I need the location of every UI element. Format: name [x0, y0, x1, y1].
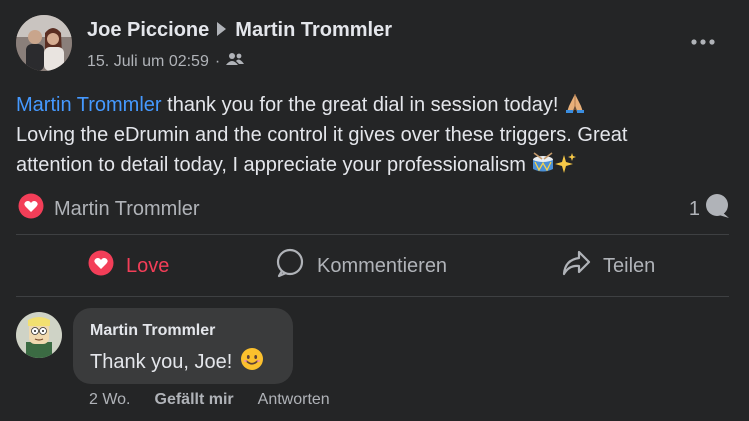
reactions-summary[interactable]: Martin Trommler [18, 193, 200, 225]
comment-text: Thank you, Joe! [90, 347, 264, 377]
comment-avatar[interactable] [16, 312, 62, 358]
author-avatar[interactable] [16, 15, 72, 71]
comment-label: Kommentieren [317, 254, 448, 277]
author-name[interactable]: Joe Piccione [87, 19, 209, 42]
share-label: Teilen [603, 254, 656, 277]
share-button[interactable]: Teilen [561, 248, 655, 284]
comment-icon [275, 248, 317, 284]
post-text: Martin Trommler thank you for the great … [16, 90, 736, 180]
share-icon [561, 249, 603, 283]
love-reaction-icon [18, 193, 44, 225]
reaction-by: Martin Trommler [54, 197, 200, 220]
comment-bubble-icon [700, 193, 730, 225]
drum-emoji [531, 152, 555, 176]
mention-link[interactable]: Martin Trommler [16, 94, 162, 116]
facebook-post: Joe Piccione Martin Trommler 15. Juli um… [0, 0, 749, 421]
friends-icon[interactable] [226, 52, 245, 71]
post-timestamp[interactable]: 15. Juli um 02:59 [87, 53, 209, 71]
separator-dot: · [214, 52, 221, 70]
post-text-line-1: Martin Trommler thank you for the great … [16, 90, 736, 120]
comment-reply-button[interactable]: Antworten [258, 391, 330, 409]
divider [16, 296, 729, 297]
comment-bubble: Martin Trommler Thank you, Joe! [73, 308, 293, 384]
post-text-line-2: Loving the eDrumin and the control it gi… [16, 124, 628, 146]
comment-button[interactable]: Kommentieren [275, 248, 447, 284]
folded-hands-emoji [564, 94, 586, 116]
love-icon [88, 250, 126, 282]
post-meta: 15. Juli um 02:59 · [87, 52, 245, 71]
comment-time[interactable]: 2 Wo. [89, 391, 131, 409]
love-label: Love [126, 254, 170, 277]
comment-like-button[interactable]: Gefällt mir [155, 391, 234, 409]
more-icon [691, 39, 715, 45]
comment-count[interactable]: 1 [689, 193, 730, 225]
comment-author[interactable]: Martin Trommler [90, 322, 215, 340]
more-options-button[interactable] [689, 30, 717, 54]
post-title: Joe Piccione Martin Trommler [87, 19, 392, 42]
target-name[interactable]: Martin Trommler [235, 19, 392, 42]
divider [16, 234, 729, 235]
post-text-line-3: attention to detail today, I appreciate … [16, 150, 736, 180]
caret-right-icon [217, 19, 227, 42]
sparkles-emoji [555, 153, 577, 176]
comment-actions: 2 Wo. Gefällt mir Antworten [89, 391, 354, 409]
love-button[interactable]: Love [88, 248, 169, 284]
smiling-face-emoji [240, 347, 264, 377]
